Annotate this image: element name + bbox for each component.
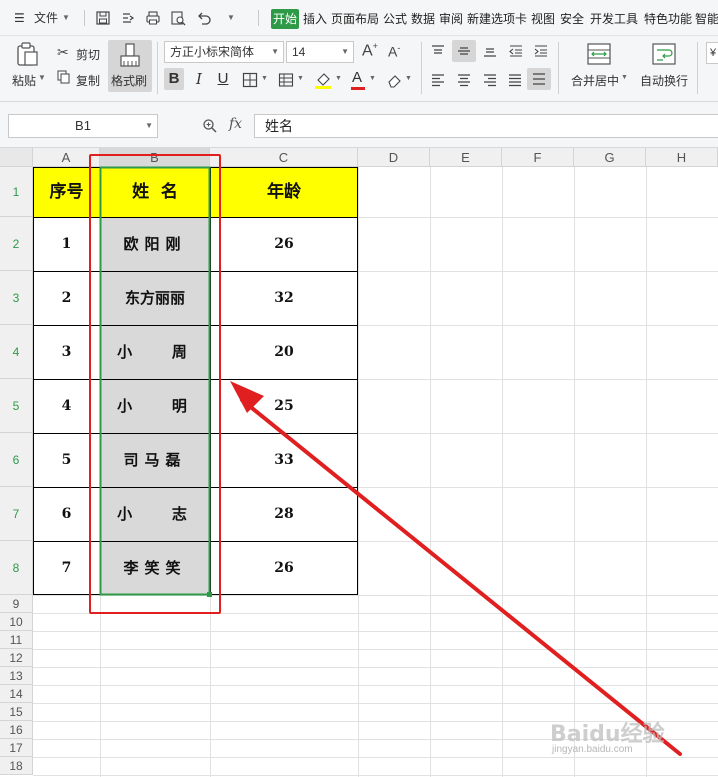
format-painter-label: 格式刷: [111, 74, 148, 88]
paste-icon[interactable]: [14, 41, 40, 67]
zoom-icon[interactable]: [202, 118, 218, 134]
distributed-align-button[interactable]: [527, 68, 551, 90]
undo-chevron-icon[interactable]: ▼: [227, 9, 235, 27]
annotation-highlight-box: [89, 154, 221, 614]
eraser-icon[interactable]: [386, 72, 402, 88]
chevron-down-icon[interactable]: ▼: [261, 75, 268, 82]
align-bottom-icon[interactable]: [482, 43, 498, 59]
scissors-icon[interactable]: ✂: [57, 44, 69, 61]
decrease-indent-icon[interactable]: [508, 43, 524, 59]
watermark-url: jingyan.baidu.com: [552, 744, 633, 755]
tab-review[interactable]: 审阅: [437, 9, 465, 29]
formula-input[interactable]: 姓名: [254, 114, 718, 138]
number-format-select[interactable]: ¥: [706, 42, 718, 64]
tab-view[interactable]: 视图: [529, 9, 557, 29]
copy-button[interactable]: 复制: [76, 72, 100, 89]
copy-icon[interactable]: [57, 70, 71, 84]
italic-button[interactable]: I: [189, 68, 209, 90]
tab-page-layout[interactable]: 页面布局: [330, 9, 380, 29]
hamburger-menu-icon[interactable]: ☰: [14, 9, 25, 27]
divider: [558, 42, 559, 94]
underline-button[interactable]: U: [213, 68, 233, 90]
divider: [258, 10, 259, 26]
increase-indent-icon[interactable]: [533, 43, 549, 59]
align-center-icon[interactable]: [456, 72, 472, 88]
cell-style-icon[interactable]: [278, 72, 294, 88]
print-preview-icon[interactable]: [170, 10, 186, 26]
save-icon[interactable]: [95, 10, 111, 26]
divider: [697, 42, 698, 94]
cut-button[interactable]: 剪切: [76, 46, 100, 63]
tab-smart[interactable]: 智能: [695, 9, 718, 29]
align-left-icon[interactable]: [430, 72, 446, 88]
distributed-align-icon: [533, 73, 545, 85]
tab-developer[interactable]: 开发工具: [588, 9, 640, 29]
chevron-down-icon[interactable]: ▼: [405, 75, 412, 82]
align-middle-button[interactable]: [452, 40, 476, 62]
chevron-down-icon: ▼: [341, 47, 349, 56]
file-menu-chevron-icon[interactable]: ▼: [62, 9, 70, 27]
tab-special-features[interactable]: 特色功能: [642, 9, 694, 29]
tab-data[interactable]: 数据: [409, 9, 437, 29]
align-right-icon[interactable]: [482, 72, 498, 88]
decrease-font-size-icon[interactable]: A-: [388, 43, 400, 60]
font-name-value: 方正小标宋简体: [170, 45, 255, 59]
paste-button[interactable]: 粘贴: [12, 72, 36, 89]
currency-icon: ¥: [710, 47, 717, 59]
file-menu[interactable]: 文件: [34, 9, 58, 27]
formula-bar: B1 ▼ fx 姓名: [0, 102, 718, 148]
font-size-value: 14: [292, 45, 306, 59]
divider: [157, 42, 158, 94]
tab-new-tab[interactable]: 新建选项卡: [466, 9, 528, 29]
tab-security[interactable]: 安全: [558, 9, 586, 29]
merge-center-icon[interactable]: [586, 42, 612, 66]
wrap-text-button[interactable]: 自动换行: [640, 72, 688, 89]
name-box[interactable]: B1 ▼: [8, 114, 158, 138]
font-size-select[interactable]: 14 ▼: [286, 41, 354, 63]
divider: [84, 10, 85, 26]
font-color-icon[interactable]: A: [352, 69, 362, 86]
spreadsheet-grid: A B C D E F G H 1 2 3 4 5 6 7 8 9 10 11 …: [0, 148, 718, 777]
divider: [421, 42, 422, 94]
chevron-down-icon[interactable]: ▼: [621, 74, 628, 81]
fx-button[interactable]: fx: [229, 116, 242, 132]
menu-bar: ☰ 文件 ▼ ▼ 开始 插入 页面布局 公式 数据 审阅 新建选项卡 视图 安全…: [0, 0, 718, 36]
borders-icon[interactable]: [242, 72, 258, 88]
chevron-down-icon: ▼: [145, 121, 153, 130]
chevron-down-icon[interactable]: ▼: [297, 75, 304, 82]
fill-color-icon[interactable]: [314, 70, 332, 90]
wrap-text-icon[interactable]: [651, 42, 677, 66]
tab-formulas[interactable]: 公式: [381, 9, 409, 29]
format-painter-button[interactable]: 格式刷: [108, 40, 152, 92]
justify-icon[interactable]: [507, 72, 523, 88]
cell-reference: B1: [75, 118, 91, 133]
tab-home[interactable]: 开始: [271, 9, 299, 29]
undo-icon[interactable]: [196, 10, 212, 26]
chevron-down-icon[interactable]: ▼: [369, 75, 376, 82]
export-icon[interactable]: [120, 10, 136, 26]
font-name-select[interactable]: 方正小标宋简体 ▼: [164, 41, 284, 63]
formula-content: 姓名: [265, 118, 293, 134]
tab-insert[interactable]: 插入: [301, 9, 329, 29]
chevron-down-icon: ▼: [271, 47, 279, 56]
format-painter-icon: [120, 43, 140, 67]
bold-button[interactable]: B: [164, 68, 184, 90]
ribbon-toolbar: 粘贴 ▼ ✂ 剪切 复制 格式刷 方正小标宋简体 ▼ 14 ▼ A+ A- B …: [0, 36, 718, 102]
increase-font-size-icon[interactable]: A+: [362, 41, 378, 60]
merge-center-button[interactable]: 合并居中: [571, 72, 619, 89]
paste-chevron-icon[interactable]: ▼: [38, 73, 46, 82]
align-middle-icon: [458, 47, 470, 55]
chevron-down-icon[interactable]: ▼: [335, 75, 342, 82]
align-top-icon[interactable]: [430, 43, 446, 59]
print-icon[interactable]: [145, 10, 161, 26]
font-color-swatch: [351, 87, 365, 90]
